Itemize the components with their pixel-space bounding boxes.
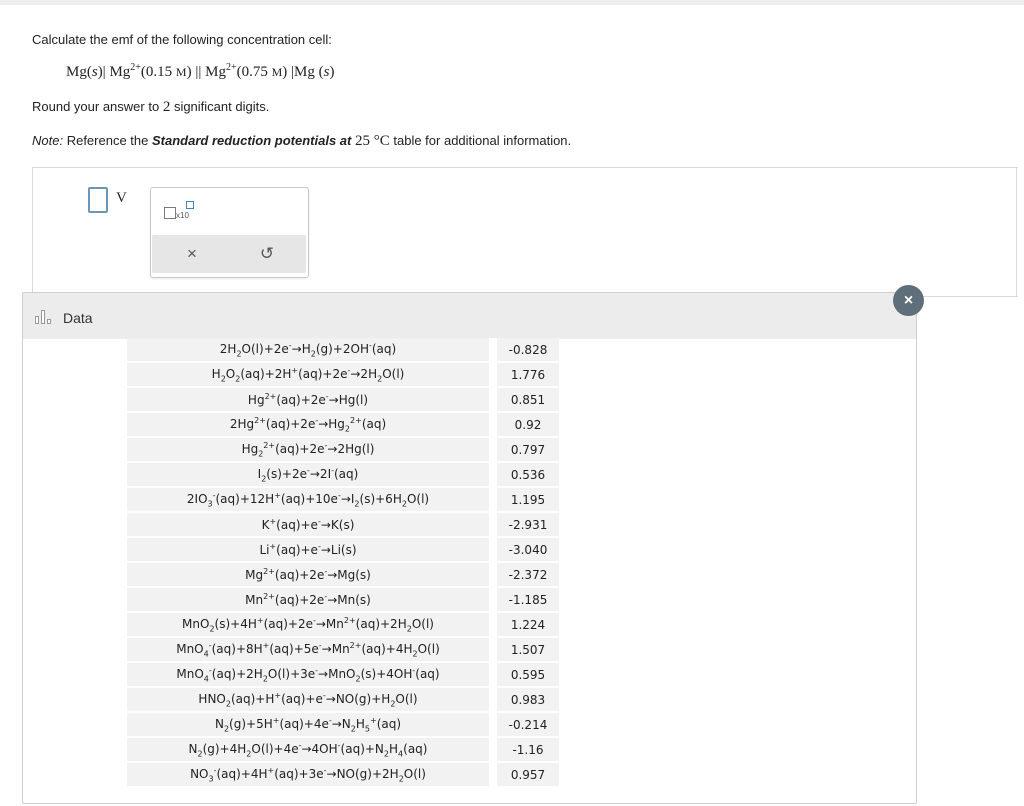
table-row: 2H2O(l)+2e-→H2(g)+2OH-(aq) -0.828 bbox=[127, 338, 559, 361]
question-prompt: Calculate the emf of the following conce… bbox=[32, 32, 332, 47]
table-row: N2(g)+4H2O(l)+4e-→4OH-(aq)+N2H4(aq) -1.16 bbox=[127, 738, 559, 761]
potential-cell: 1.224 bbox=[497, 613, 559, 636]
reaction-cell: N2(g)+5H+(aq)+4e-→N2H5+(aq) bbox=[127, 713, 497, 736]
left-state: s bbox=[91, 64, 98, 80]
table-row: Hg2+(aq)+2e-→Hg(l) 0.851 bbox=[127, 388, 559, 411]
table-row: Mg2+(aq)+2e-→Mg(s) -2.372 bbox=[127, 563, 559, 586]
tool-actions: × ↺ bbox=[152, 235, 306, 273]
conc1: 0.15 bbox=[145, 64, 173, 80]
x10-base-icon bbox=[164, 207, 176, 219]
bar-chart-icon bbox=[35, 310, 55, 324]
standard-potentials-link[interactable]: Standard reduction potentials at bbox=[152, 133, 351, 148]
potential-cell: 1.507 bbox=[497, 638, 559, 661]
reaction-cell: 2IO3-(aq)+12H+(aq)+10e-→I2(s)+6H2O(l) bbox=[127, 488, 497, 511]
round-suffix: significant digits. bbox=[173, 99, 270, 114]
potential-cell: -1.185 bbox=[497, 588, 559, 611]
potential-cell: 0.957 bbox=[497, 763, 559, 786]
potential-cell: -1.16 bbox=[497, 738, 559, 761]
potential-cell: 0.797 bbox=[497, 438, 559, 461]
undo-button[interactable]: ↺ bbox=[255, 243, 279, 265]
reaction-cell: Hg2+(aq)+2e-→Hg(l) bbox=[127, 388, 497, 411]
reaction-cell: HNO2(aq)+H+(aq)+e-→NO(g)+H2O(l) bbox=[127, 688, 497, 711]
ion1-charge: 2+ bbox=[130, 62, 141, 73]
potential-cell: -0.828 bbox=[497, 338, 559, 361]
ion2-charge: 2+ bbox=[225, 62, 237, 73]
reaction-cell: 2Hg2+(aq)+2e-→Hg22+(aq) bbox=[127, 413, 497, 436]
reaction-cell: MnO4-(aq)+2H2O(l)+3e-→MnO2(s)+4OH-(aq) bbox=[127, 663, 497, 686]
round-prefix: Round your answer to bbox=[32, 99, 160, 114]
cell-notation: Mg(s)| Mg2+(0.15 M) || Mg2+(0.75 M) |Mg … bbox=[66, 62, 335, 80]
potential-cell: 0.595 bbox=[497, 663, 559, 686]
reaction-cell: MnO2(s)+4H+(aq)+2e-→Mn2+(aq)+2H2O(l) bbox=[127, 613, 497, 636]
potential-cell: 1.195 bbox=[497, 488, 559, 511]
data-panel-header: Data bbox=[23, 293, 916, 339]
reaction-cell: MnO4-(aq)+8H+(aq)+5e-→Mn2+(aq)+4H2O(l) bbox=[127, 638, 497, 661]
reaction-cell: Hg22+(aq)+2e-→2Hg(l) bbox=[127, 438, 497, 461]
conc1-unit: M bbox=[175, 65, 187, 79]
potential-cell: 0.536 bbox=[497, 463, 559, 486]
table-row: K+(aq)+e-→K(s) -2.931 bbox=[127, 513, 559, 536]
x10-exponent-icon bbox=[186, 201, 194, 209]
potential-cell: -0.214 bbox=[497, 713, 559, 736]
reaction-cell: Li+(aq)+e-→Li(s) bbox=[127, 538, 497, 561]
note-temperature: 25 °C bbox=[354, 133, 390, 149]
table-row: MnO4-(aq)+2H2O(l)+3e-→MnO2(s)+4OH-(aq) 0.… bbox=[127, 663, 559, 686]
table-row: Li+(aq)+e-→Li(s) -3.040 bbox=[127, 538, 559, 561]
right-state: s bbox=[323, 64, 330, 80]
answer-area-edge bbox=[1016, 167, 1017, 297]
clear-button[interactable]: × bbox=[180, 243, 204, 265]
rounding-instruction: Round your answer to 2 significant digit… bbox=[32, 99, 269, 116]
reaction-cell: I2(s)+2e-→2I-(aq) bbox=[127, 463, 497, 486]
potential-cell: -2.931 bbox=[497, 513, 559, 536]
conc2: 0.75 bbox=[241, 64, 268, 80]
reaction-cell: N2(g)+4H2O(l)+4e-→4OH-(aq)+N2H4(aq) bbox=[127, 738, 497, 761]
top-bar bbox=[0, 0, 1024, 5]
reduction-potentials-table: 2H2O(l)+2e-→H2(g)+2OH-(aq) -0.828 H2O2(aq)… bbox=[127, 336, 559, 788]
potential-cell: 1.776 bbox=[497, 363, 559, 386]
table-row: H2O2(aq)+2H+(aq)+2e-→2H2O(l) 1.776 bbox=[127, 363, 559, 386]
table-row: NO3-(aq)+4H+(aq)+3e-→NO(g)+2H2O(l) 0.957 bbox=[127, 763, 559, 786]
round-number: 2 bbox=[162, 99, 171, 115]
table-row: Hg22+(aq)+2e-→2Hg(l) 0.797 bbox=[127, 438, 559, 461]
right-metal: Mg bbox=[294, 64, 315, 80]
note: Note: Reference the Standard reduction p… bbox=[32, 133, 571, 150]
table-row: MnO4-(aq)+8H+(aq)+5e-→Mn2+(aq)+4H2O(l) 1.… bbox=[127, 638, 559, 661]
left-metal: Mg bbox=[66, 64, 87, 80]
x10-label: x10 bbox=[176, 211, 189, 220]
answer-unit: V bbox=[116, 190, 127, 206]
table-row: 2Hg2+(aq)+2e-→Hg22+(aq) 0.92 bbox=[127, 413, 559, 436]
potential-cell: -3.040 bbox=[497, 538, 559, 561]
math-toolbar: x10 × ↺ bbox=[150, 187, 309, 278]
data-panel-title: Data bbox=[63, 310, 93, 326]
reaction-cell: Mn2+(aq)+2e-→Mn(s) bbox=[127, 588, 497, 611]
table-row: MnO2(s)+4H+(aq)+2e-→Mn2+(aq)+2H2O(l) 1.22… bbox=[127, 613, 559, 636]
reaction-cell: NO3-(aq)+4H+(aq)+3e-→NO(g)+2H2O(l) bbox=[127, 763, 497, 786]
conc2-unit: M bbox=[271, 65, 283, 79]
close-data-button[interactable]: × bbox=[893, 285, 924, 316]
ion1: Mg bbox=[109, 64, 131, 80]
table-row: HNO2(aq)+H+(aq)+e-→NO(g)+H2O(l) 0.983 bbox=[127, 688, 559, 711]
note-text: Reference the bbox=[66, 133, 149, 148]
table-row: N2(g)+5H+(aq)+4e-→N2H5+(aq) -0.214 bbox=[127, 713, 559, 736]
potential-cell: 0.983 bbox=[497, 688, 559, 711]
note-suffix: table for additional information. bbox=[393, 133, 572, 148]
data-panel: Data 2H2O(l)+2e-→H2(g)+2OH-(aq) -0.828 H2O… bbox=[22, 292, 917, 804]
reaction-cell: 2H2O(l)+2e-→H2(g)+2OH-(aq) bbox=[127, 338, 497, 361]
x10-button[interactable]: x10 bbox=[164, 201, 198, 223]
note-label: Note: bbox=[32, 133, 64, 148]
reaction-cell: Mg2+(aq)+2e-→Mg(s) bbox=[127, 563, 497, 586]
table-row: 2IO3-(aq)+12H+(aq)+10e-→I2(s)+6H2O(l) 1.1… bbox=[127, 488, 559, 511]
ion2: Mg bbox=[205, 64, 226, 80]
potential-cell: 0.851 bbox=[497, 388, 559, 411]
potential-cell: -2.372 bbox=[497, 563, 559, 586]
table-row: I2(s)+2e-→2I-(aq) 0.536 bbox=[127, 463, 559, 486]
table-row: Mn2+(aq)+2e-→Mn(s) -1.185 bbox=[127, 588, 559, 611]
potential-cell: 0.92 bbox=[497, 413, 559, 436]
reaction-cell: H2O2(aq)+2H+(aq)+2e-→2H2O(l) bbox=[127, 363, 497, 386]
reaction-cell: K+(aq)+e-→K(s) bbox=[127, 513, 497, 536]
answer-input[interactable] bbox=[88, 187, 108, 213]
